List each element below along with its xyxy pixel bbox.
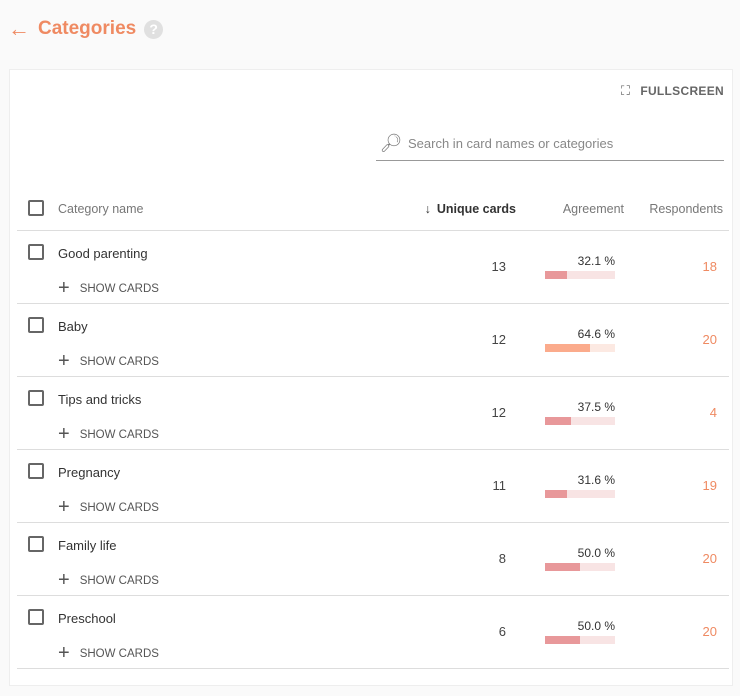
category-name: Tips and tricks xyxy=(58,392,142,407)
respondents-value[interactable]: 20 xyxy=(703,624,717,639)
search-input[interactable] xyxy=(406,134,724,152)
table-row: Good parenting + SHOW CARDS 13 32.1 % 18 xyxy=(17,231,729,304)
unique-cards-value: 12 xyxy=(491,405,506,420)
agreement-value: 37.5 % xyxy=(577,400,615,414)
agreement-bar xyxy=(545,344,615,352)
agreement-bar-fill xyxy=(545,271,568,279)
plus-icon: + xyxy=(58,423,70,445)
respondents-value[interactable]: 19 xyxy=(703,478,717,493)
agreement-value: 32.1 % xyxy=(577,254,615,268)
row-checkbox[interactable] xyxy=(28,463,44,479)
category-name: Family life xyxy=(58,538,117,553)
select-all-checkbox[interactable] xyxy=(28,200,44,216)
show-cards-label: SHOW CARDS xyxy=(79,647,159,660)
plus-icon: + xyxy=(58,496,70,518)
row-checkbox[interactable] xyxy=(28,317,44,333)
agreement-value: 64.6 % xyxy=(577,327,615,341)
table-row: Pregnancy + SHOW CARDS 11 31.6 % 19 xyxy=(17,450,729,523)
table-row: Tips and tricks + SHOW CARDS 12 37.5 % 4 xyxy=(17,377,729,450)
show-cards-button[interactable]: + SHOW CARDS xyxy=(58,423,159,446)
category-name: Preschool xyxy=(58,611,116,626)
row-checkbox[interactable] xyxy=(28,536,44,552)
show-cards-label: SHOW CARDS xyxy=(79,428,159,441)
category-name: Baby xyxy=(58,319,88,334)
respondents-value[interactable]: 18 xyxy=(703,259,717,274)
respondents-value[interactable]: 20 xyxy=(703,551,717,566)
agreement-cell: 64.6 % xyxy=(545,327,615,352)
page-title: Categories xyxy=(38,18,137,39)
agreement-bar-fill xyxy=(545,636,580,644)
row-checkbox[interactable] xyxy=(28,390,44,406)
column-unique-cards-label: Unique cards xyxy=(436,202,516,216)
page-header: ← Categories ? xyxy=(8,18,164,40)
show-cards-label: SHOW CARDS xyxy=(79,501,159,514)
plus-icon: + xyxy=(58,569,70,591)
fullscreen-button[interactable]: ⛶ FULLSCREEN xyxy=(621,83,724,99)
show-cards-button[interactable]: + SHOW CARDS xyxy=(58,350,159,373)
agreement-bar-fill xyxy=(545,563,580,571)
agreement-cell: 31.6 % xyxy=(545,473,615,498)
table-header: Category name ↓ Unique cards Agreement Re… xyxy=(17,188,729,231)
search-icon: 🔍︎ xyxy=(379,132,403,153)
plus-icon: + xyxy=(58,350,70,372)
show-cards-label: SHOW CARDS xyxy=(79,574,159,587)
categories-card: ⛶ FULLSCREEN 🔍︎ Category name ↓ Unique ca… xyxy=(9,69,733,686)
agreement-bar-fill xyxy=(545,417,572,425)
agreement-bar xyxy=(545,417,615,425)
agreement-bar xyxy=(545,490,615,498)
column-unique-cards[interactable]: ↓ Unique cards xyxy=(425,202,516,216)
show-cards-button[interactable]: + SHOW CARDS xyxy=(58,569,159,592)
plus-icon: + xyxy=(58,642,70,664)
unique-cards-value: 12 xyxy=(491,332,506,347)
respondents-value[interactable]: 20 xyxy=(703,332,717,347)
show-cards-button[interactable]: + SHOW CARDS xyxy=(58,642,159,665)
agreement-value: 31.6 % xyxy=(577,473,615,487)
row-checkbox[interactable] xyxy=(28,244,44,260)
agreement-cell: 50.0 % xyxy=(545,619,615,644)
search-field[interactable]: 🔍︎ xyxy=(376,126,724,161)
agreement-bar-fill xyxy=(545,490,568,498)
show-cards-label: SHOW CARDS xyxy=(79,282,159,295)
agreement-value: 50.0 % xyxy=(577,619,615,633)
arrow-left-icon[interactable]: ← xyxy=(8,18,30,40)
category-name: Pregnancy xyxy=(58,465,121,480)
agreement-bar-fill xyxy=(545,344,591,352)
sort-down-icon: ↓ xyxy=(424,202,431,216)
show-cards-button[interactable]: + SHOW CARDS xyxy=(58,277,159,300)
column-respondents[interactable]: Respondents xyxy=(649,202,723,216)
row-checkbox[interactable] xyxy=(28,609,44,625)
unique-cards-value: 11 xyxy=(492,478,507,493)
agreement-bar xyxy=(545,636,615,644)
agreement-value: 50.0 % xyxy=(577,546,615,560)
table-row: Baby + SHOW CARDS 12 64.6 % 20 xyxy=(17,304,729,377)
fullscreen-label: FULLSCREEN xyxy=(640,84,724,98)
table-row: Family life + SHOW CARDS 8 50.0 % 20 xyxy=(17,523,729,596)
help-icon[interactable]: ? xyxy=(144,19,164,39)
plus-icon: + xyxy=(58,277,70,299)
agreement-cell: 32.1 % xyxy=(545,254,615,279)
unique-cards-value: 8 xyxy=(498,551,506,566)
unique-cards-value: 13 xyxy=(491,259,506,274)
show-cards-label: SHOW CARDS xyxy=(79,355,159,368)
table-row: Preschool + SHOW CARDS 6 50.0 % 20 xyxy=(17,596,729,669)
column-category-name[interactable]: Category name xyxy=(58,202,143,216)
agreement-bar xyxy=(545,271,615,279)
agreement-cell: 50.0 % xyxy=(545,546,615,571)
fullscreen-icon: ⛶ xyxy=(620,83,631,98)
respondents-value[interactable]: 4 xyxy=(710,405,717,420)
agreement-bar xyxy=(545,563,615,571)
agreement-cell: 37.5 % xyxy=(545,400,615,425)
category-name: Good parenting xyxy=(58,246,148,261)
unique-cards-value: 6 xyxy=(498,624,506,639)
show-cards-button[interactable]: + SHOW CARDS xyxy=(58,496,159,519)
column-agreement[interactable]: Agreement xyxy=(563,202,624,216)
